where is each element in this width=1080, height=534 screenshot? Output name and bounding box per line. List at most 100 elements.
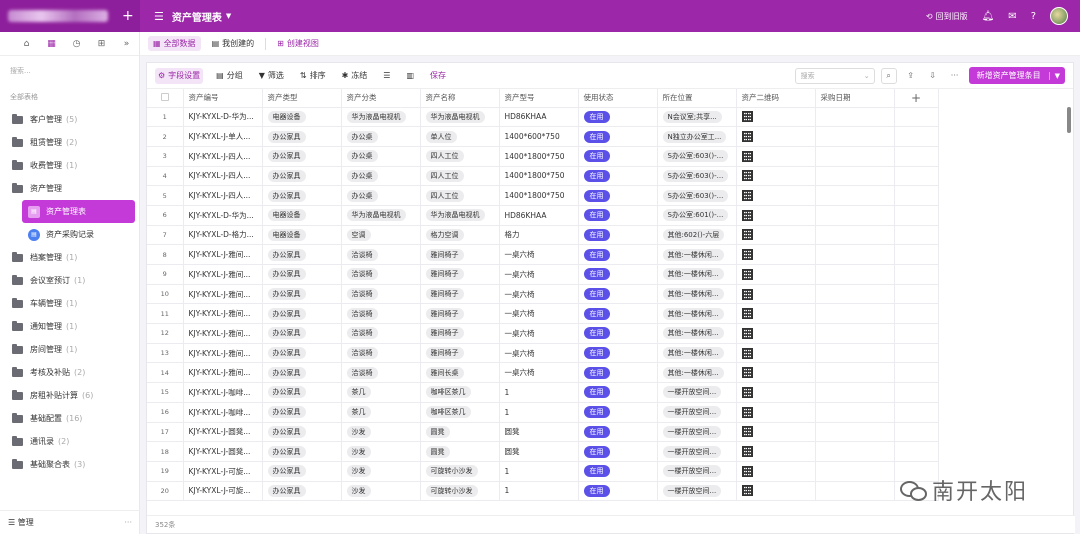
cell-location[interactable]: 其他:一楼休闲...	[657, 244, 737, 265]
cell-asset-category[interactable]: 洽谈椅	[341, 244, 421, 265]
qrcode-icon[interactable]	[741, 229, 753, 241]
cell-purchase-date[interactable]	[815, 146, 895, 167]
cell-asset-id[interactable]: KJY-KYXL-J-四人...	[183, 185, 263, 206]
table-row[interactable]: 11 KJY-KYXL-J-雅间... 办公家具 洽谈椅 雅间椅子 一桌六椅 在用 其他:一楼…	[147, 303, 939, 325]
cell-asset-id[interactable]: KJY-KYXL-D-华为...	[183, 107, 263, 128]
cell-asset-name[interactable]: 雅间椅子	[420, 303, 500, 325]
add-column-button[interactable]: +	[894, 89, 939, 108]
cell-asset-id[interactable]: KJY-KYXL-J-雅间...	[183, 343, 263, 364]
row-index-cell[interactable]: 11	[147, 303, 184, 325]
cell-asset-name[interactable]: 圆凳	[420, 441, 500, 462]
cell-asset-model[interactable]: 一桌六椅	[499, 343, 579, 364]
cell-location[interactable]: 其他:一楼休闲...	[657, 303, 737, 325]
sidebar-item[interactable]: 基础配置 (16)	[0, 407, 139, 430]
help-icon[interactable]: ?	[1031, 11, 1036, 22]
sidebar-item-asset[interactable]: 资产管理	[0, 177, 139, 200]
cell-asset-category[interactable]: 洽谈椅	[341, 284, 421, 305]
cell-asset-id[interactable]: KJY-KYXL-J-单人...	[183, 126, 263, 147]
row-index-cell[interactable]: 16	[147, 402, 184, 423]
cell-asset-model[interactable]: 一桌六椅	[499, 244, 579, 265]
row-index-cell[interactable]: 7	[147, 225, 184, 246]
save-button[interactable]: 保存	[427, 68, 449, 84]
cell-qrcode[interactable]	[736, 422, 816, 443]
table-row[interactable]: 17 KJY-KYXL-J-圆凳... 办公家具 沙发 圆凳 圆凳 在用 一楼开放空间...	[147, 422, 939, 443]
cell-asset-category[interactable]: 空调	[341, 225, 421, 246]
sidebar-item[interactable]: 通知管理 (1)	[0, 315, 139, 338]
cell-asset-type[interactable]: 办公家具	[262, 323, 342, 344]
table-row[interactable]: 10 KJY-KYXL-J-雅间... 办公家具 洽谈椅 雅间椅子 一桌六椅 在用 其他:一楼…	[147, 284, 939, 305]
cell-asset-id[interactable]: KJY-KYXL-J-可旋...	[183, 481, 263, 502]
cell-asset-category[interactable]: 沙发	[341, 481, 421, 502]
qrcode-icon[interactable]	[741, 288, 753, 300]
table-row[interactable]: 7 KJY-KYXL-D-格力... 电器设备 空调 格力空调 格力 在用 其他:602()-…	[147, 225, 939, 246]
cell-asset-id[interactable]: KJY-KYXL-J-四人...	[183, 146, 263, 167]
cell-asset-id[interactable]: KJY-KYXL-D-格力...	[183, 225, 263, 246]
cell-asset-id[interactable]: KJY-KYXL-J-可旋...	[183, 461, 263, 482]
cell-location[interactable]: S办公室:601()-...	[657, 205, 737, 226]
cell-purchase-date[interactable]	[815, 244, 895, 265]
cell-purchase-date[interactable]	[815, 284, 895, 305]
cell-status[interactable]: 在用	[578, 225, 658, 246]
cell-location[interactable]: 一楼开放空间...	[657, 441, 737, 462]
new-record-button[interactable]: 新增资产管理条目 ▼	[968, 67, 1065, 84]
cell-asset-name[interactable]: 格力空调	[420, 225, 500, 246]
sidebar-item[interactable]: 房间管理 (1)	[0, 338, 139, 361]
group-button[interactable]: ▤ 分组	[213, 68, 246, 84]
row-index-cell[interactable]: 6	[147, 205, 184, 226]
row-height-button[interactable]: ☰	[380, 68, 393, 84]
table-row[interactable]: 19 KJY-KYXL-J-可旋... 办公家具 沙发 可旋转小沙发 1 在用 一楼开放空间.…	[147, 461, 939, 482]
qrcode-icon[interactable]	[741, 190, 753, 202]
sidebar-item[interactable]: 租赁管理 (2)	[0, 131, 139, 154]
cell-asset-model[interactable]: 格力	[499, 225, 579, 246]
cell-location[interactable]: 一楼开放空间...	[657, 461, 737, 482]
manage-button[interactable]: 管理	[18, 517, 34, 528]
cell-asset-type[interactable]: 办公家具	[262, 422, 342, 443]
table-row[interactable]: 2 KJY-KYXL-J-单人... 办公家具 办公桌 单人位 1400*600*750 在…	[147, 126, 939, 147]
table-row[interactable]: 16 KJY-KYXL-J-咖啡... 办公家具 茶几 咖啡区茶几 1 在用 一楼开放空间..…	[147, 402, 939, 423]
cell-location[interactable]: 其他:一楼休闲...	[657, 323, 737, 344]
qrcode-icon[interactable]	[741, 268, 753, 280]
cell-qrcode[interactable]	[736, 441, 816, 462]
cell-asset-id[interactable]: KJY-KYXL-J-咖啡...	[183, 402, 263, 423]
qrcode-icon[interactable]	[741, 406, 753, 418]
table-row[interactable]: 4 KJY-KYXL-J-四人... 办公家具 办公桌 四人工位 1400*1800*75…	[147, 166, 939, 187]
column-header[interactable]: 资产二维码	[736, 89, 816, 108]
cell-asset-name[interactable]: 雅间椅子	[420, 264, 500, 285]
sidebar-item[interactable]: 档案管理 (1)	[0, 246, 139, 269]
tab-mine[interactable]: ▤ 我创建的	[207, 36, 260, 51]
cell-status[interactable]: 在用	[578, 382, 658, 403]
row-index-cell[interactable]: 20	[147, 481, 184, 502]
row-index-cell[interactable]: 8	[147, 244, 184, 265]
cell-asset-id[interactable]: KJY-KYXL-J-雅间...	[183, 362, 263, 384]
cell-asset-type[interactable]: 电器设备	[262, 107, 342, 128]
cell-asset-name[interactable]: 华为液晶电视机	[420, 107, 500, 128]
row-index-cell[interactable]: 4	[147, 166, 184, 187]
cell-location[interactable]: 其他:一楼休闲...	[657, 362, 737, 384]
grid-icon[interactable]: ▦	[39, 35, 64, 53]
cell-asset-name[interactable]: 雅间椅子	[420, 343, 500, 364]
qrcode-icon[interactable]	[741, 308, 753, 320]
table-row[interactable]: 20 KJY-KYXL-J-可旋... 办公家具 沙发 可旋转小沙发 1 在用 一楼开放空间.…	[147, 481, 939, 502]
clock-icon[interactable]: ◷	[64, 35, 89, 53]
row-index-cell[interactable]: 14	[147, 362, 184, 384]
column-header[interactable]: 使用状态	[578, 89, 658, 108]
table-row[interactable]: 1 KJY-KYXL-D-华为... 电器设备 华为液晶电视机 华为液晶电视机 HD86K…	[147, 107, 939, 128]
cell-asset-type[interactable]: 办公家具	[262, 441, 342, 462]
cell-status[interactable]: 在用	[578, 166, 658, 187]
sidebar-search[interactable]: 搜索...	[0, 56, 139, 80]
column-header[interactable]: 资产型号	[499, 89, 579, 108]
cell-status[interactable]: 在用	[578, 107, 658, 128]
cell-asset-category[interactable]: 沙发	[341, 422, 421, 443]
cell-purchase-date[interactable]	[815, 225, 895, 246]
qrcode-icon[interactable]	[741, 386, 753, 398]
table-row[interactable]: 9 KJY-KYXL-J-雅间... 办公家具 洽谈椅 雅间椅子 一桌六椅 在用 其他:一楼休…	[147, 264, 939, 285]
cell-asset-type[interactable]: 办公家具	[262, 284, 342, 305]
cell-purchase-date[interactable]	[815, 481, 895, 502]
cell-asset-name[interactable]: 四人工位	[420, 185, 500, 206]
cell-asset-type[interactable]: 电器设备	[262, 205, 342, 226]
page-title[interactable]: 资产管理表	[172, 9, 222, 24]
cell-location[interactable]: S办公室:603()-...	[657, 185, 737, 206]
cell-status[interactable]: 在用	[578, 362, 658, 384]
cell-asset-type[interactable]: 办公家具	[262, 481, 342, 502]
cell-location[interactable]: 其他:602()-六层	[657, 225, 737, 246]
